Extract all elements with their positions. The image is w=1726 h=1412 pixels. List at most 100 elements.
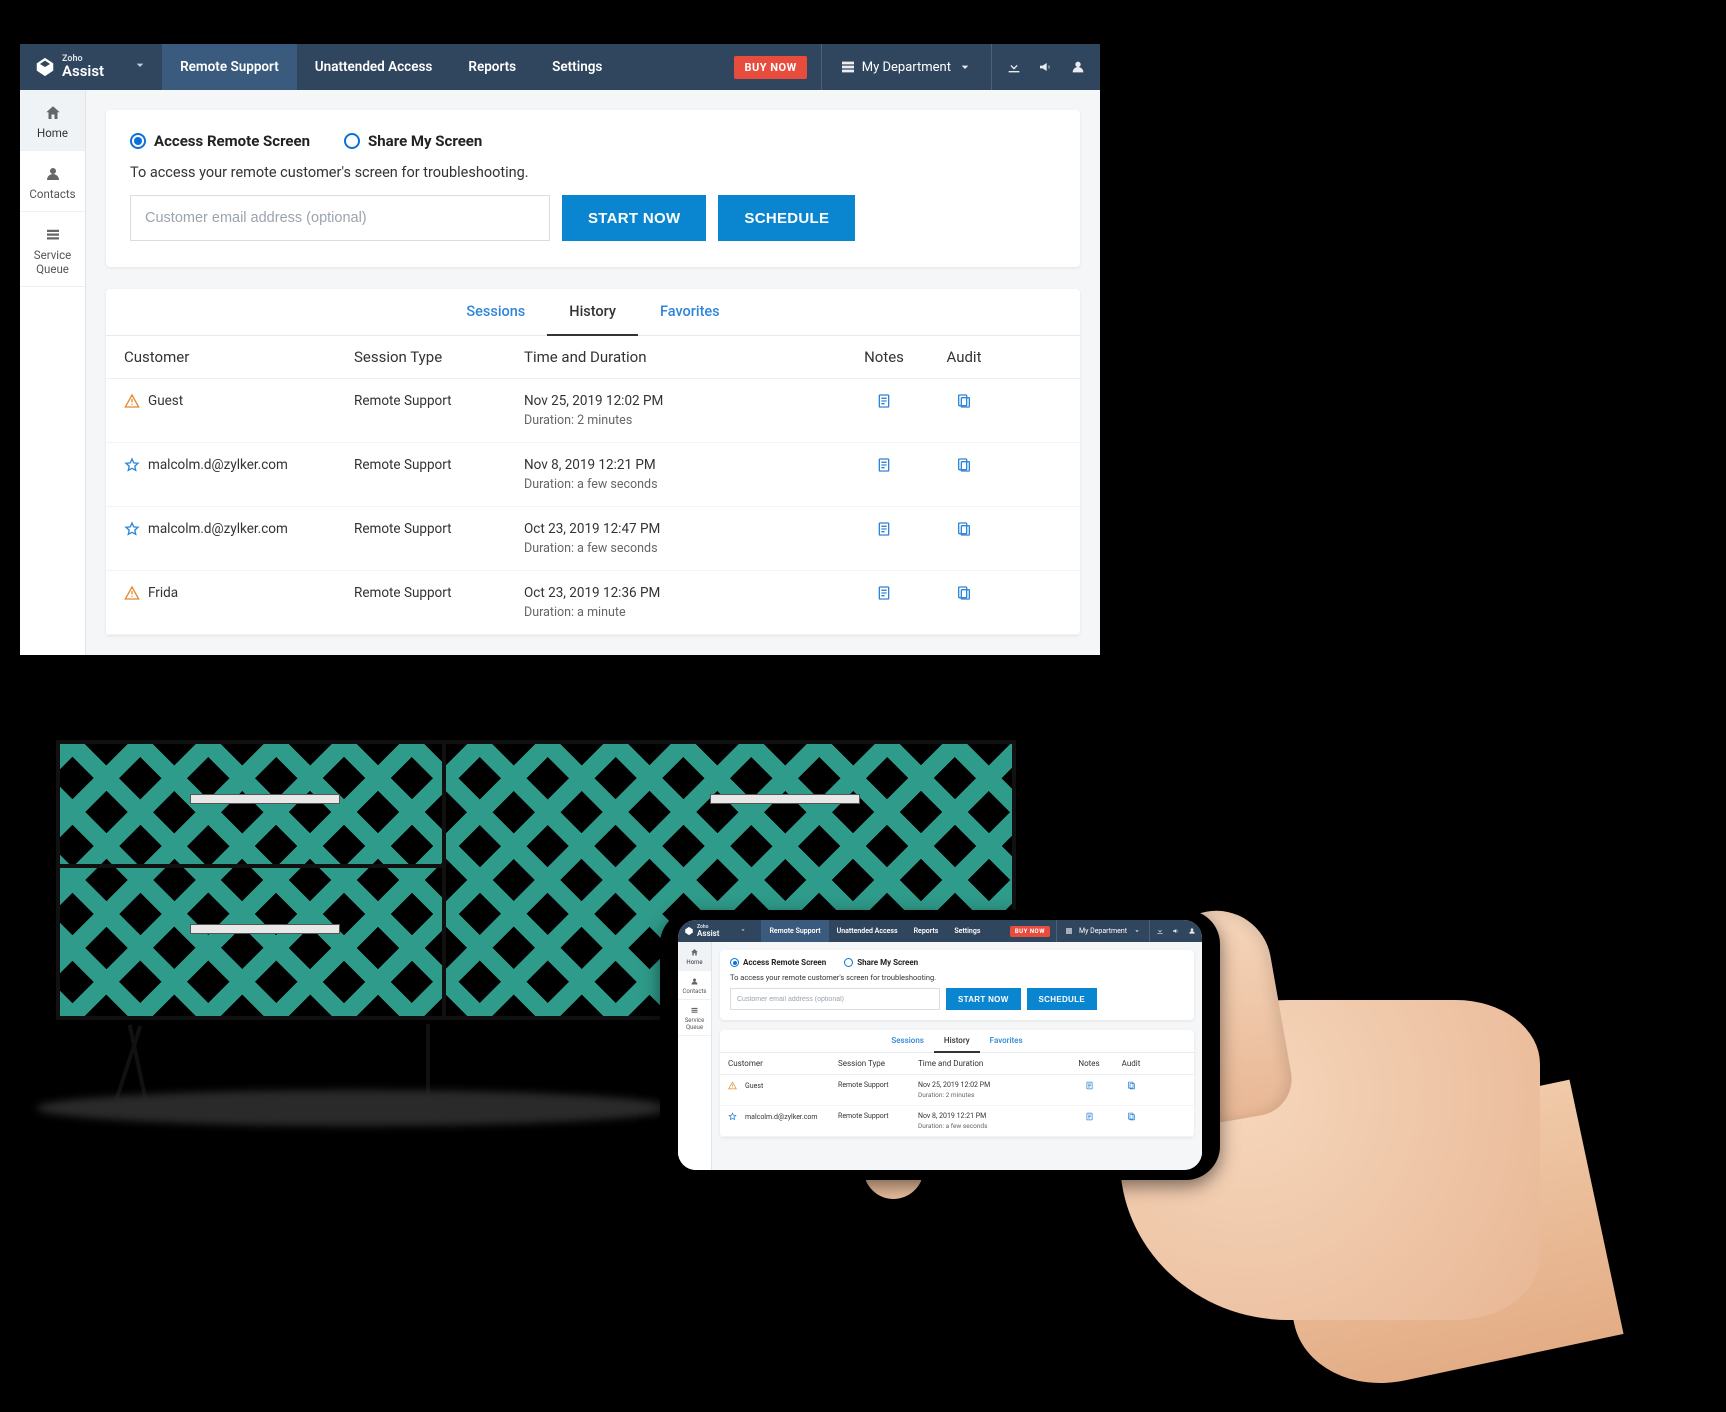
customer-name: malcolm.d@zylker.com [745,1113,818,1121]
audit-button[interactable] [1110,1081,1152,1092]
customer-email-input[interactable] [130,195,550,241]
buy-now-button[interactable]: BUY NOW [1010,926,1050,937]
table-row: Frida Remote SupportOct 23, 2019 12:36 PM… [106,571,1080,635]
start-now-button[interactable]: START NOW [562,195,706,241]
notes-button[interactable] [1068,1112,1110,1123]
time-cell: Oct 23, 2019 12:36 PMDuration: a minute [524,585,844,620]
customer-name: Guest [745,1082,763,1090]
nav-remote-support[interactable]: Remote Support [162,44,297,90]
notes-button[interactable] [844,521,924,541]
customer-cell: Guest [728,1081,838,1090]
department-selector[interactable]: My Department [821,44,992,90]
start-now-button[interactable]: START NOW [946,988,1021,1010]
audit-icon [956,393,972,409]
brand: Zoho Assist [20,55,118,79]
col-time: Time and Duration [918,1059,1068,1068]
department-label: My Department [1079,927,1127,935]
time-cell: Nov 8, 2019 12:21 PMDuration: a few seco… [918,1112,1068,1130]
user-icon[interactable] [1070,59,1086,75]
customer-name: Guest [148,393,183,409]
download-icon[interactable] [1156,927,1164,935]
home-icon [44,104,62,122]
phone-screen: Zoho Assist Remote Support Unattended Ac… [678,920,1202,1170]
access-subtext: To access your remote customer's screen … [730,973,1184,982]
customer-name: Frida [148,585,178,601]
tab-sessions[interactable]: Sessions [444,289,547,335]
col-notes: Notes [844,348,924,366]
megaphone-icon[interactable] [1038,59,1054,75]
nav-unattended-access[interactable]: Unattended Access [297,44,451,90]
col-time: Time and Duration [524,348,844,366]
chevron-down-icon [132,57,148,73]
nav-reports[interactable]: Reports [906,920,947,942]
audit-button[interactable] [924,393,1004,413]
radio-access-remote-screen[interactable]: Access Remote Screen [130,132,310,150]
notes-button[interactable] [844,393,924,413]
sidebar-item-home[interactable]: Home [678,942,711,971]
session-type-cell: Remote Support [354,585,524,601]
session-type-cell: Remote Support [838,1081,918,1089]
audit-button[interactable] [924,585,1004,605]
notes-button[interactable] [844,457,924,477]
time-cell: Nov 8, 2019 12:21 PMDuration: a few seco… [524,457,844,492]
download-icon[interactable] [1006,59,1022,75]
notes-icon [876,585,892,601]
nav-settings[interactable]: Settings [946,920,988,942]
audit-button[interactable] [924,521,1004,541]
schedule-button[interactable]: SCHEDULE [718,195,855,241]
customer-cell: malcolm.d@zylker.com [728,1112,838,1121]
radio-share-my-screen[interactable]: Share My Screen [344,132,482,150]
audit-button[interactable] [924,457,1004,477]
table-row: malcolm.d@zylker.comRemote SupportOct 23… [106,507,1080,571]
buy-now-button[interactable]: BUY NOW [734,56,806,79]
brand-dropdown[interactable] [118,57,162,77]
sidebar-service-queue-label: Service Queue [685,1017,705,1031]
session-type-cell: Remote Support [354,393,524,409]
notes-icon [876,393,892,409]
radio-access-remote-screen[interactable]: Access Remote Screen [730,958,826,967]
duration-text: Duration: a few seconds [918,1122,1068,1130]
table-row: GuestRemote SupportNov 25, 2019 12:02 PM… [106,379,1080,443]
star-outline-icon [124,521,140,537]
sidebar-item-service-queue[interactable]: Service Queue [20,212,85,287]
brand-bottom: Assist [697,930,719,938]
sidebar-contacts-label: Contacts [29,187,75,201]
topbar: Zoho Assist Remote Support Unattended Ac… [20,44,1100,90]
phone-device: Zoho Assist Remote Support Unattended Ac… [660,910,1220,1180]
sidebar-item-service-queue[interactable]: Service Queue [678,1000,711,1036]
sidebar-item-contacts[interactable]: Contacts [20,151,85,212]
customer-email-input[interactable] [730,988,940,1010]
megaphone-icon[interactable] [1172,927,1180,935]
audit-icon [1127,1081,1136,1090]
col-customer: Customer [124,348,354,366]
tab-history[interactable]: History [934,1030,980,1053]
audit-button[interactable] [1110,1112,1152,1123]
tab-favorites[interactable]: Favorites [980,1030,1033,1052]
col-notes: Notes [1068,1059,1110,1068]
department-selector[interactable]: My Department [1056,920,1150,942]
customer-cell: malcolm.d@zylker.com [124,521,354,537]
brand-top: Zoho [62,55,104,64]
sidebar-item-home[interactable]: Home [20,90,85,151]
nav-remote-support[interactable]: Remote Support [761,920,828,942]
chevron-down-icon [957,59,973,75]
nav-unattended-access[interactable]: Unattended Access [829,920,906,942]
schedule-button[interactable]: SCHEDULE [1027,988,1097,1010]
sidebar-item-contacts[interactable]: Contacts [678,971,711,1000]
table-row: GuestRemote SupportNov 25, 2019 12:02 PM… [720,1075,1194,1106]
assist-logo-icon [684,926,694,936]
notes-button[interactable] [844,585,924,605]
nav-reports[interactable]: Reports [450,44,534,90]
nav-settings[interactable]: Settings [534,44,620,90]
notes-button[interactable] [1068,1081,1110,1092]
tab-sessions[interactable]: Sessions [881,1030,934,1052]
duration-text: Duration: 2 minutes [918,1091,1068,1099]
user-icon[interactable] [1188,927,1196,935]
tab-history[interactable]: History [547,289,638,336]
tab-favorites[interactable]: Favorites [638,289,742,335]
brand-dropdown[interactable] [725,926,761,936]
duration-text: Duration: a few seconds [524,477,844,492]
drawer-handle [190,924,340,934]
audit-icon [956,585,972,601]
radio-share-my-screen[interactable]: Share My Screen [844,958,918,967]
